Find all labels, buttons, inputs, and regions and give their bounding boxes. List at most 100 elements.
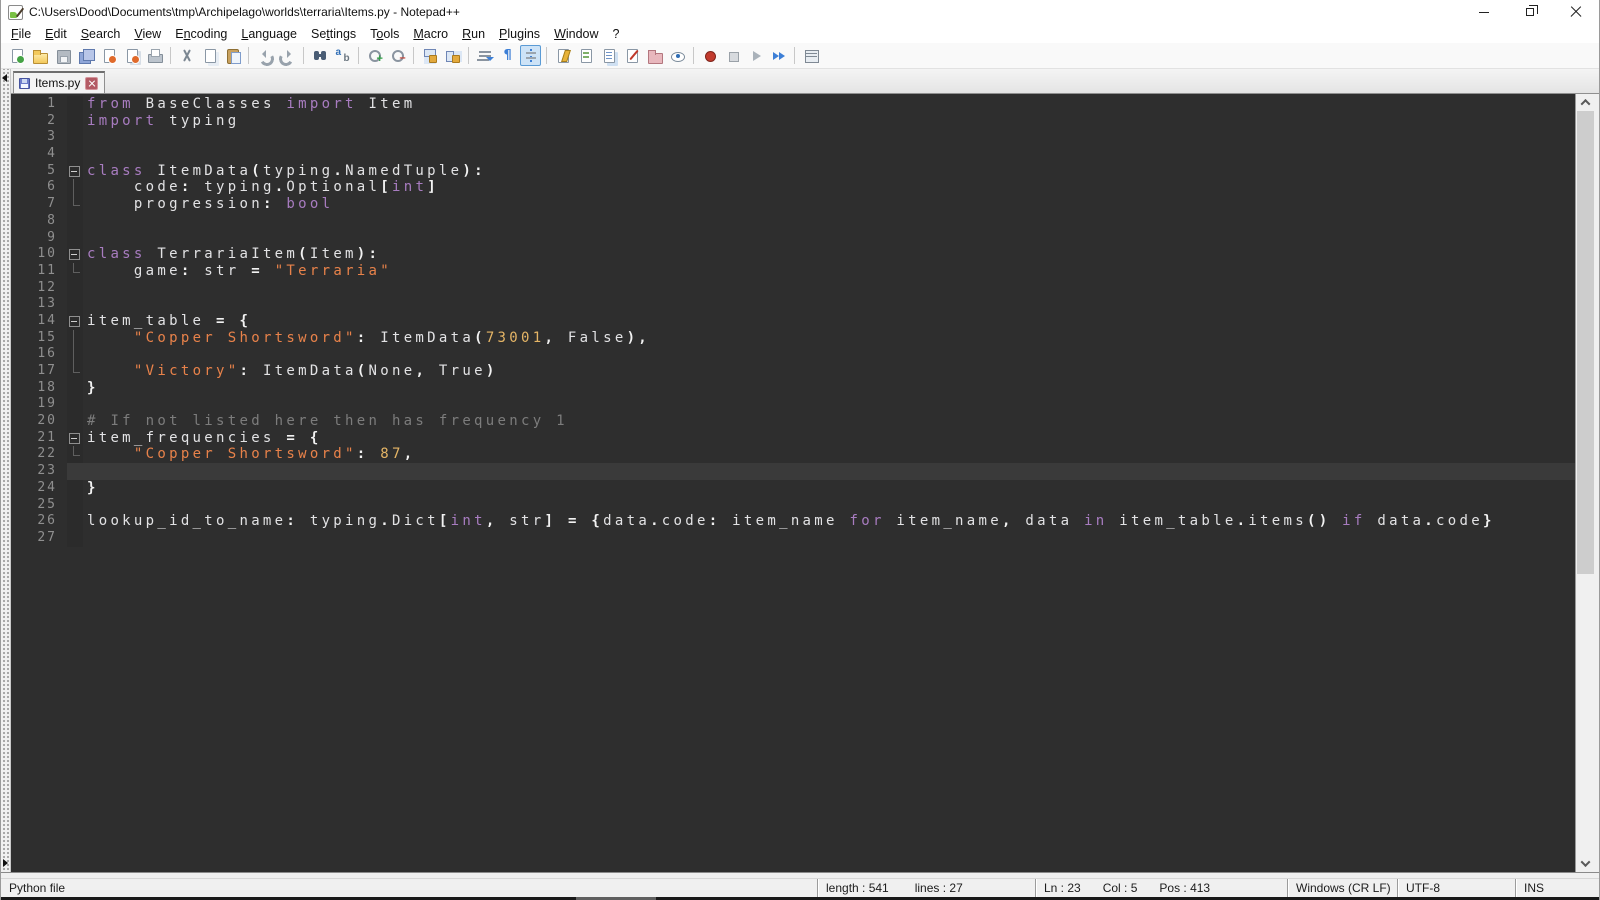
- code-line[interactable]: 10class TerrariaItem(Item):: [11, 246, 1575, 263]
- macro-play-button[interactable]: [745, 45, 766, 66]
- collapse-left-icon[interactable]: [2, 74, 7, 82]
- line-number[interactable]: 8: [11, 213, 67, 230]
- code-line[interactable]: 18}: [11, 380, 1575, 397]
- code-text[interactable]: "Copper Shortsword": ItemData(73001, Fal…: [83, 330, 1575, 347]
- vertical-scrollbar[interactable]: [1575, 94, 1595, 872]
- code-text[interactable]: "Copper Shortsword": 87,: [83, 446, 1575, 463]
- code-line[interactable]: 12: [11, 280, 1575, 297]
- line-number[interactable]: 5: [11, 163, 67, 180]
- doc-edit-button[interactable]: [621, 45, 642, 66]
- open-file-button[interactable]: [29, 45, 50, 66]
- save-macro-button[interactable]: [800, 45, 821, 66]
- code-text[interactable]: [83, 280, 1575, 297]
- zoom-out-button[interactable]: [387, 45, 408, 66]
- monitoring-button[interactable]: [667, 45, 688, 66]
- line-number[interactable]: 9: [11, 230, 67, 247]
- folder-as-workspace-button[interactable]: [644, 45, 665, 66]
- code-text[interactable]: [83, 463, 1575, 480]
- minimize-button[interactable]: [1461, 0, 1507, 24]
- code-text[interactable]: [83, 213, 1575, 230]
- code-line[interactable]: 2import typing: [11, 113, 1575, 130]
- code-line[interactable]: 6 code: typing.Optional[int]: [11, 179, 1575, 196]
- redo-button[interactable]: [277, 45, 298, 66]
- line-number[interactable]: 20: [11, 413, 67, 430]
- fold-marker[interactable]: [67, 313, 83, 330]
- code-text[interactable]: item_table = {: [83, 313, 1575, 330]
- code-line[interactable]: 7 progression: bool: [11, 196, 1575, 213]
- cut-button[interactable]: [176, 45, 197, 66]
- menu-macro[interactable]: Macro: [406, 25, 455, 43]
- code-line[interactable]: 9: [11, 230, 1575, 247]
- code-text[interactable]: from BaseClasses import Item: [83, 96, 1575, 113]
- code-line[interactable]: 17 "Victory": ItemData(None, True): [11, 363, 1575, 380]
- undo-button[interactable]: [254, 45, 275, 66]
- line-number[interactable]: 18: [11, 380, 67, 397]
- code-line[interactable]: 13: [11, 296, 1575, 313]
- code-text[interactable]: class ItemData(typing.NamedTuple):: [83, 163, 1575, 180]
- scroll-down-icon[interactable]: [1576, 855, 1595, 872]
- code-editor[interactable]: 1 from BaseClasses import Item2import typ…: [11, 94, 1575, 872]
- code-text[interactable]: class TerrariaItem(Item):: [83, 246, 1575, 263]
- code-line[interactable]: 21 item_frequencies = {: [11, 430, 1575, 447]
- line-number[interactable]: 21: [11, 430, 67, 447]
- code-line[interactable]: 14 item_table = {: [11, 313, 1575, 330]
- menu-run[interactable]: Run: [455, 25, 492, 43]
- show-all-characters-button[interactable]: [497, 45, 518, 66]
- fold-marker[interactable]: [67, 163, 83, 180]
- line-number[interactable]: 1: [11, 96, 67, 113]
- line-number[interactable]: 4: [11, 146, 67, 163]
- code-line[interactable]: 27: [11, 530, 1575, 547]
- menu-window[interactable]: Window: [547, 25, 605, 43]
- code-line[interactable]: 16: [11, 346, 1575, 363]
- restore-button[interactable]: [1507, 0, 1553, 24]
- tab-items-py[interactable]: Items.py: [13, 71, 105, 93]
- line-number[interactable]: 13: [11, 296, 67, 313]
- code-line[interactable]: 3: [11, 129, 1575, 146]
- fold-marker[interactable]: [67, 430, 83, 447]
- document-list-button[interactable]: [598, 45, 619, 66]
- new-file-button[interactable]: [6, 45, 27, 66]
- line-number[interactable]: 14: [11, 313, 67, 330]
- code-line[interactable]: 25: [11, 497, 1575, 514]
- macro-run-multiple-button[interactable]: [768, 45, 789, 66]
- show-indent-guide-button[interactable]: [520, 45, 541, 66]
- paste-button[interactable]: [222, 45, 243, 66]
- close-button[interactable]: [98, 45, 119, 66]
- code-line[interactable]: 22 "Copper Shortsword": 87,: [11, 446, 1575, 463]
- dock-grip[interactable]: [1, 69, 11, 872]
- code-text[interactable]: lookup_id_to_name: typing.Dict[int, str]…: [83, 513, 1575, 530]
- code-text[interactable]: code: typing.Optional[int]: [83, 179, 1575, 196]
- line-number[interactable]: 27: [11, 530, 67, 547]
- code-text[interactable]: item_frequencies = {: [83, 430, 1575, 447]
- line-number[interactable]: 11: [11, 263, 67, 280]
- macro-record-button[interactable]: [699, 45, 720, 66]
- document-map-button[interactable]: [575, 45, 596, 66]
- code-text[interactable]: [83, 129, 1575, 146]
- tab-close-icon[interactable]: [85, 77, 98, 90]
- code-line[interactable]: 20 # If not listed here then has frequenc…: [11, 413, 1575, 430]
- menu-view[interactable]: View: [127, 25, 168, 43]
- menu-search[interactable]: Search: [74, 25, 128, 43]
- code-text[interactable]: }: [83, 480, 1575, 497]
- code-line[interactable]: 4: [11, 146, 1575, 163]
- code-line[interactable]: 1 from BaseClasses import Item: [11, 96, 1575, 113]
- status-insert-mode[interactable]: INS: [1515, 879, 1599, 897]
- code-text[interactable]: # If not listed here then has frequency …: [83, 413, 1575, 430]
- find-button[interactable]: [309, 45, 330, 66]
- code-text[interactable]: [83, 346, 1575, 363]
- zoom-in-button[interactable]: [364, 45, 385, 66]
- menu-plugins[interactable]: Plugins: [492, 25, 547, 43]
- scroll-up-icon[interactable]: [1576, 94, 1595, 111]
- code-line[interactable]: 23: [11, 463, 1575, 480]
- code-text[interactable]: import typing: [83, 113, 1575, 130]
- sync-horizontal-button[interactable]: [442, 45, 463, 66]
- line-number[interactable]: 24: [11, 480, 67, 497]
- close-all-button[interactable]: [121, 45, 142, 66]
- line-number[interactable]: 7: [11, 196, 67, 213]
- line-number[interactable]: 16: [11, 346, 67, 363]
- code-text[interactable]: [83, 497, 1575, 514]
- menu-settings[interactable]: Settings: [304, 25, 363, 43]
- code-text[interactable]: [83, 530, 1575, 547]
- code-text[interactable]: "Victory": ItemData(None, True): [83, 363, 1575, 380]
- code-text[interactable]: progression: bool: [83, 196, 1575, 213]
